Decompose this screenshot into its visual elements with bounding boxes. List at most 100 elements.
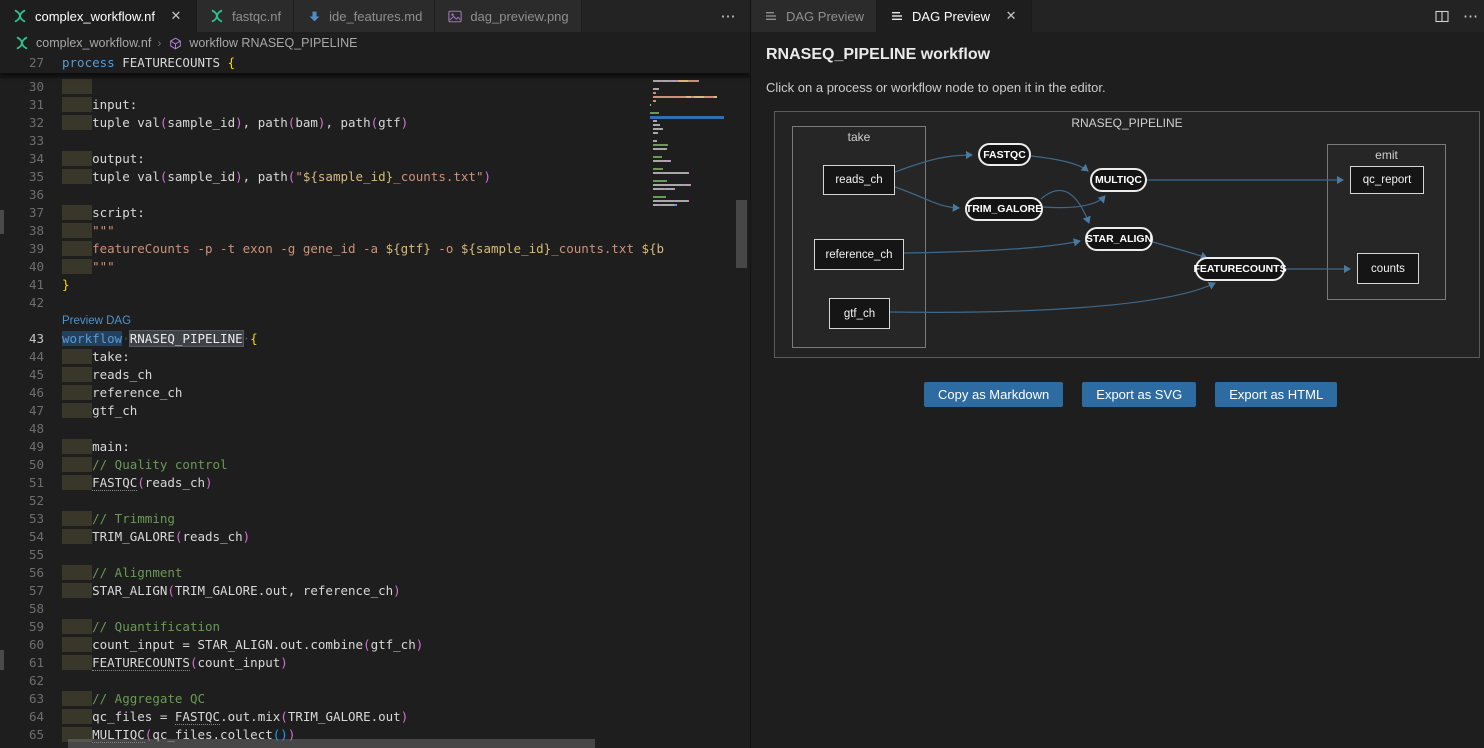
more-actions-icon[interactable]: ⋯ bbox=[1463, 7, 1479, 25]
breadcrumb-symbol[interactable]: workflow RNASEQ_PIPELINE bbox=[189, 36, 357, 50]
vertical-scrollbar-thumb[interactable] bbox=[736, 200, 747, 268]
line-number: 34 bbox=[0, 150, 62, 168]
more-actions-icon[interactable]: ⋯ bbox=[721, 7, 737, 25]
minimap-token bbox=[688, 80, 698, 82]
dag-node-multiqc[interactable]: MULTIQC bbox=[1090, 168, 1147, 192]
export-as-html-button[interactable]: Export as HTML bbox=[1215, 382, 1337, 407]
code-token: ( bbox=[280, 709, 288, 724]
code-token: input: bbox=[92, 97, 137, 112]
code-token: , path bbox=[325, 115, 370, 130]
code-text: // Trimming bbox=[62, 510, 664, 528]
dag-node-counts[interactable]: counts bbox=[1357, 253, 1419, 284]
minimap-token bbox=[653, 144, 668, 146]
code-token bbox=[62, 169, 92, 184]
tab-dag-preview-png[interactable]: dag_preview.png bbox=[435, 0, 581, 32]
code-token: count_input = STAR_ALIGN.out.combine bbox=[92, 637, 363, 652]
left-tab-bar: complex_workflow.nf✕ fastqc.nf ide_feature… bbox=[0, 0, 750, 32]
line-number: 37 bbox=[0, 204, 62, 222]
dag-node-qc-report[interactable]: qc_report bbox=[1350, 166, 1424, 194]
dag-node-gtf-ch[interactable]: gtf_ch bbox=[829, 298, 890, 329]
codelens-preview-dag-link[interactable]: Preview DAG bbox=[62, 312, 664, 330]
code-token: ${sample_id} bbox=[461, 241, 551, 256]
horizontal-scrollbar-thumb[interactable] bbox=[68, 739, 595, 748]
code-text bbox=[62, 672, 664, 690]
codelens-row: Preview DAG bbox=[0, 312, 664, 330]
sticky-scroll-line[interactable]: 27process FEATURECOUNTS { bbox=[0, 54, 750, 73]
dag-node-trim-galore[interactable]: TRIM_GALORE bbox=[965, 197, 1043, 221]
breadcrumb-file[interactable]: complex_workflow.nf bbox=[36, 36, 151, 50]
code-token bbox=[62, 583, 92, 598]
code-text: input: bbox=[62, 96, 664, 114]
dag-node-reference-ch[interactable]: reference_ch bbox=[814, 239, 904, 270]
tab-dag-preview[interactable]: DAG Preview✕ bbox=[877, 0, 1032, 32]
minimap-token bbox=[650, 112, 659, 114]
code-text: STAR_ALIGN(TRIM_GALORE.out, reference_ch… bbox=[62, 582, 664, 600]
minimap-token bbox=[694, 96, 704, 98]
code-token: featureCounts -p -t exon -g gene_id -a bbox=[92, 241, 386, 256]
minimap-line bbox=[650, 168, 736, 170]
close-tab-icon[interactable]: ✕ bbox=[1003, 8, 1019, 24]
dag-node-featurecounts[interactable]: FEATURECOUNTS bbox=[1195, 257, 1285, 281]
editor-group-left: complex_workflow.nf✕fastqc.nfide_feature… bbox=[0, 0, 750, 748]
code-line-52: 52 bbox=[0, 492, 664, 510]
code-line-38: 38 """ bbox=[0, 222, 664, 240]
dag-node-star-align[interactable]: STAR_ALIGN bbox=[1085, 227, 1153, 251]
minimap-line bbox=[650, 100, 736, 102]
code-token: FASTQC bbox=[175, 709, 220, 725]
line-number: 54 bbox=[0, 528, 62, 546]
code-token: gtf bbox=[378, 115, 401, 130]
tab-label: fastqc.nf bbox=[232, 9, 281, 24]
code-line-41: 41} bbox=[0, 276, 664, 294]
minimap-line bbox=[650, 120, 736, 122]
copy-as-markdown-button[interactable]: Copy as Markdown bbox=[924, 382, 1063, 407]
code-text: output: bbox=[62, 150, 664, 168]
code-token: ) bbox=[416, 637, 424, 652]
tab-label: ide_features.md bbox=[329, 9, 422, 24]
code-token bbox=[62, 457, 92, 472]
minimap[interactable] bbox=[650, 56, 736, 746]
minimap-token bbox=[653, 132, 658, 134]
line-number: 63 bbox=[0, 690, 62, 708]
close-tab-icon[interactable]: ✕ bbox=[168, 8, 184, 24]
code-text: process FEATURECOUNTS { bbox=[62, 54, 235, 73]
minimap-line bbox=[650, 128, 736, 130]
code-line-32: 32 tuple val(sample_id), path(bam), path… bbox=[0, 114, 664, 132]
code-lines: 30 31 input:32 tuple val(sample_id), pat… bbox=[0, 78, 664, 748]
tab-ide-features-md[interactable]: ide_features.md bbox=[294, 0, 435, 32]
line-number: 35 bbox=[0, 168, 62, 186]
line-number: 51 bbox=[0, 474, 62, 492]
code-text bbox=[62, 492, 664, 510]
code-token: qc_files = bbox=[92, 709, 175, 724]
preview-icon bbox=[889, 8, 905, 24]
code-token: TRIM_GALORE bbox=[92, 529, 175, 544]
code-line-31: 31 input: bbox=[0, 96, 664, 114]
code-line-62: 62 bbox=[0, 672, 664, 690]
tab-dag-preview[interactable]: DAG Preview bbox=[751, 0, 877, 32]
code-token bbox=[62, 259, 92, 274]
minimap-token bbox=[698, 80, 699, 82]
dag-node-reads-ch[interactable]: reads_ch bbox=[823, 165, 895, 195]
minimap-token bbox=[653, 196, 666, 198]
code-line-51: 51 FASTQC(reads_ch) bbox=[0, 474, 664, 492]
code-token: main: bbox=[92, 439, 130, 454]
gutter-decoration bbox=[0, 210, 4, 234]
line-number: 62 bbox=[0, 672, 62, 690]
editor-group-right: DAG PreviewDAG Preview✕ ⋯ RNASEQ_PIPELIN… bbox=[750, 0, 1484, 748]
code-token: FASTQC bbox=[92, 475, 137, 491]
code-token: TRIM_GALORE.out bbox=[288, 709, 401, 724]
minimap-token bbox=[653, 140, 657, 142]
minimap-token bbox=[653, 120, 657, 122]
breadcrumb-separator: › bbox=[157, 36, 161, 50]
tab-fastqc-nf[interactable]: fastqc.nf bbox=[197, 0, 294, 32]
dag-node-fastqc[interactable]: FASTQC bbox=[978, 143, 1031, 166]
line-number: 59 bbox=[0, 618, 62, 636]
gutter-decoration bbox=[0, 650, 4, 670]
export-as-svg-button[interactable]: Export as SVG bbox=[1082, 382, 1196, 407]
split-editor-icon[interactable] bbox=[1435, 10, 1449, 23]
code-token: ${gtf} bbox=[386, 241, 431, 256]
code-token: gtf_ch bbox=[92, 403, 137, 418]
code-editor[interactable]: 27process FEATURECOUNTS { 30 31 input:32… bbox=[0, 54, 750, 748]
tab-complex-workflow-nf[interactable]: complex_workflow.nf✕ bbox=[0, 0, 197, 32]
code-line-43: 43workflow·RNASEQ_PIPELINE·{ bbox=[0, 330, 664, 348]
minimap-line bbox=[650, 124, 736, 126]
